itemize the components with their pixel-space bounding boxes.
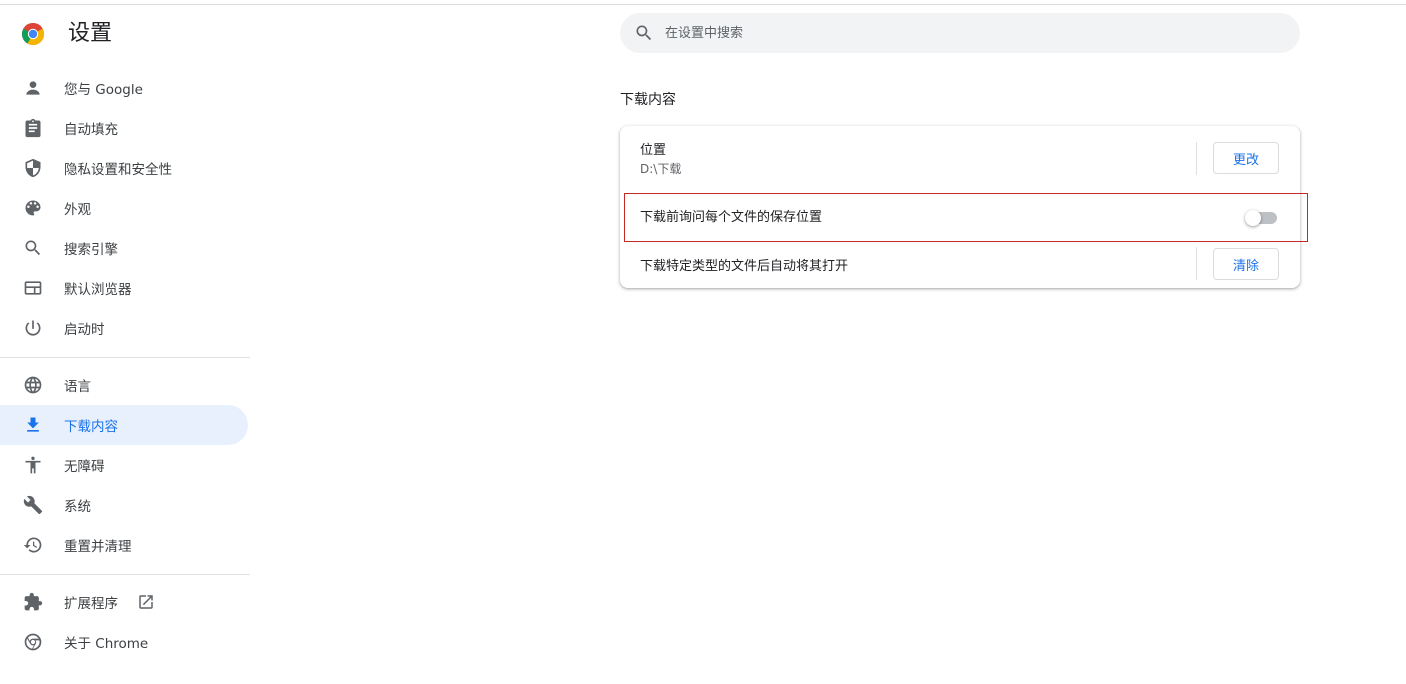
- sidebar-item-autofill[interactable]: 自动填充: [0, 108, 248, 148]
- page-title: 设置: [68, 21, 113, 46]
- clear-auto-open-button[interactable]: 清除: [1213, 248, 1279, 280]
- sidebar-item-appearance[interactable]: 外观: [0, 188, 248, 228]
- search-input[interactable]: [665, 13, 1265, 53]
- sidebar-item-label: 默认浏览器: [64, 282, 132, 298]
- sidebar-item-label: 语言: [64, 379, 91, 395]
- sidebar-item-reset[interactable]: 重置并清理: [0, 525, 248, 565]
- power-icon: [23, 318, 43, 338]
- sidebar-item-default-browser[interactable]: 默认浏览器: [0, 268, 248, 308]
- wrench-icon: [23, 495, 43, 515]
- search-bar: [620, 13, 1300, 53]
- sidebar-item-label: 启动时: [64, 322, 105, 338]
- accessibility-icon: [23, 455, 43, 475]
- sidebar-item-label: 无障碍: [64, 459, 105, 475]
- person-icon: [23, 78, 43, 98]
- sidebar-item-label: 下载内容: [64, 419, 118, 435]
- sidebar-item-extensions[interactable]: 扩展程序: [0, 582, 248, 622]
- sidebar-item-search-engine[interactable]: 搜索引擎: [0, 228, 248, 268]
- open-in-new-icon: [137, 593, 155, 611]
- sidebar-item-label: 隐私设置和安全性: [64, 162, 172, 178]
- download-icon: [23, 415, 43, 435]
- sidebar-item-system[interactable]: 系统: [0, 485, 248, 525]
- sidebar-item-downloads[interactable]: 下载内容: [0, 405, 248, 445]
- location-value: D:\下载: [640, 162, 682, 176]
- sidebar-item-label: 扩展程序: [64, 596, 118, 612]
- search-icon: [634, 23, 654, 43]
- change-location-button[interactable]: 更改: [1213, 142, 1279, 174]
- sidebar-item-label: 关于 Chrome: [64, 636, 149, 652]
- sidebar-item-label: 搜索引擎: [64, 242, 118, 258]
- sidebar-divider: [0, 574, 250, 575]
- search-icon: [23, 238, 43, 258]
- downloads-card: 位置 D:\下载 更改 下载前询问每个文件的保存位置 下载特定类型的文件后自动将…: [620, 126, 1300, 288]
- sidebar-item-label: 自动填充: [64, 122, 118, 138]
- sidebar-item-about-chrome[interactable]: 关于 Chrome: [0, 622, 248, 662]
- sidebar-item-privacy[interactable]: 隐私设置和安全性: [0, 148, 248, 188]
- shield-icon: [23, 158, 43, 178]
- row-separator: [1196, 247, 1197, 280]
- restore-icon: [23, 535, 43, 555]
- globe-icon: [23, 375, 43, 395]
- auto-open-label: 下载特定类型的文件后自动将其打开: [640, 259, 849, 274]
- sidebar-item-languages[interactable]: 语言: [0, 365, 248, 405]
- palette-icon: [23, 198, 43, 218]
- ask-where-to-save-label: 下载前询问每个文件的保存位置: [640, 210, 823, 225]
- browser-window-icon: [23, 278, 43, 298]
- chrome-logo-icon: [21, 22, 45, 46]
- location-label: 位置: [640, 143, 667, 158]
- puzzle-icon: [23, 592, 43, 612]
- sidebar-item-label: 外观: [64, 202, 91, 218]
- sidebar-divider: [0, 357, 250, 358]
- sidebar: 设置 您与 Google 自动填充 隐私设置和安全性 外观 搜索引擎 默认浏览器…: [0, 0, 250, 684]
- sidebar-item-accessibility[interactable]: 无障碍: [0, 445, 248, 485]
- section-title: 下载内容: [620, 92, 676, 108]
- toggle-knob: [1245, 210, 1261, 226]
- ask-where-to-save-toggle[interactable]: [1245, 210, 1277, 226]
- sidebar-item-label: 系统: [64, 499, 91, 515]
- row-separator: [1196, 142, 1197, 175]
- brand: 设置: [21, 21, 112, 47]
- sidebar-item-label: 您与 Google: [64, 82, 143, 98]
- clipboard-icon: [23, 118, 43, 138]
- chrome-icon: [23, 632, 43, 652]
- sidebar-item-label: 重置并清理: [64, 539, 132, 555]
- sidebar-item-on-startup[interactable]: 启动时: [0, 308, 248, 348]
- sidebar-item-you-and-google[interactable]: 您与 Google: [0, 68, 248, 108]
